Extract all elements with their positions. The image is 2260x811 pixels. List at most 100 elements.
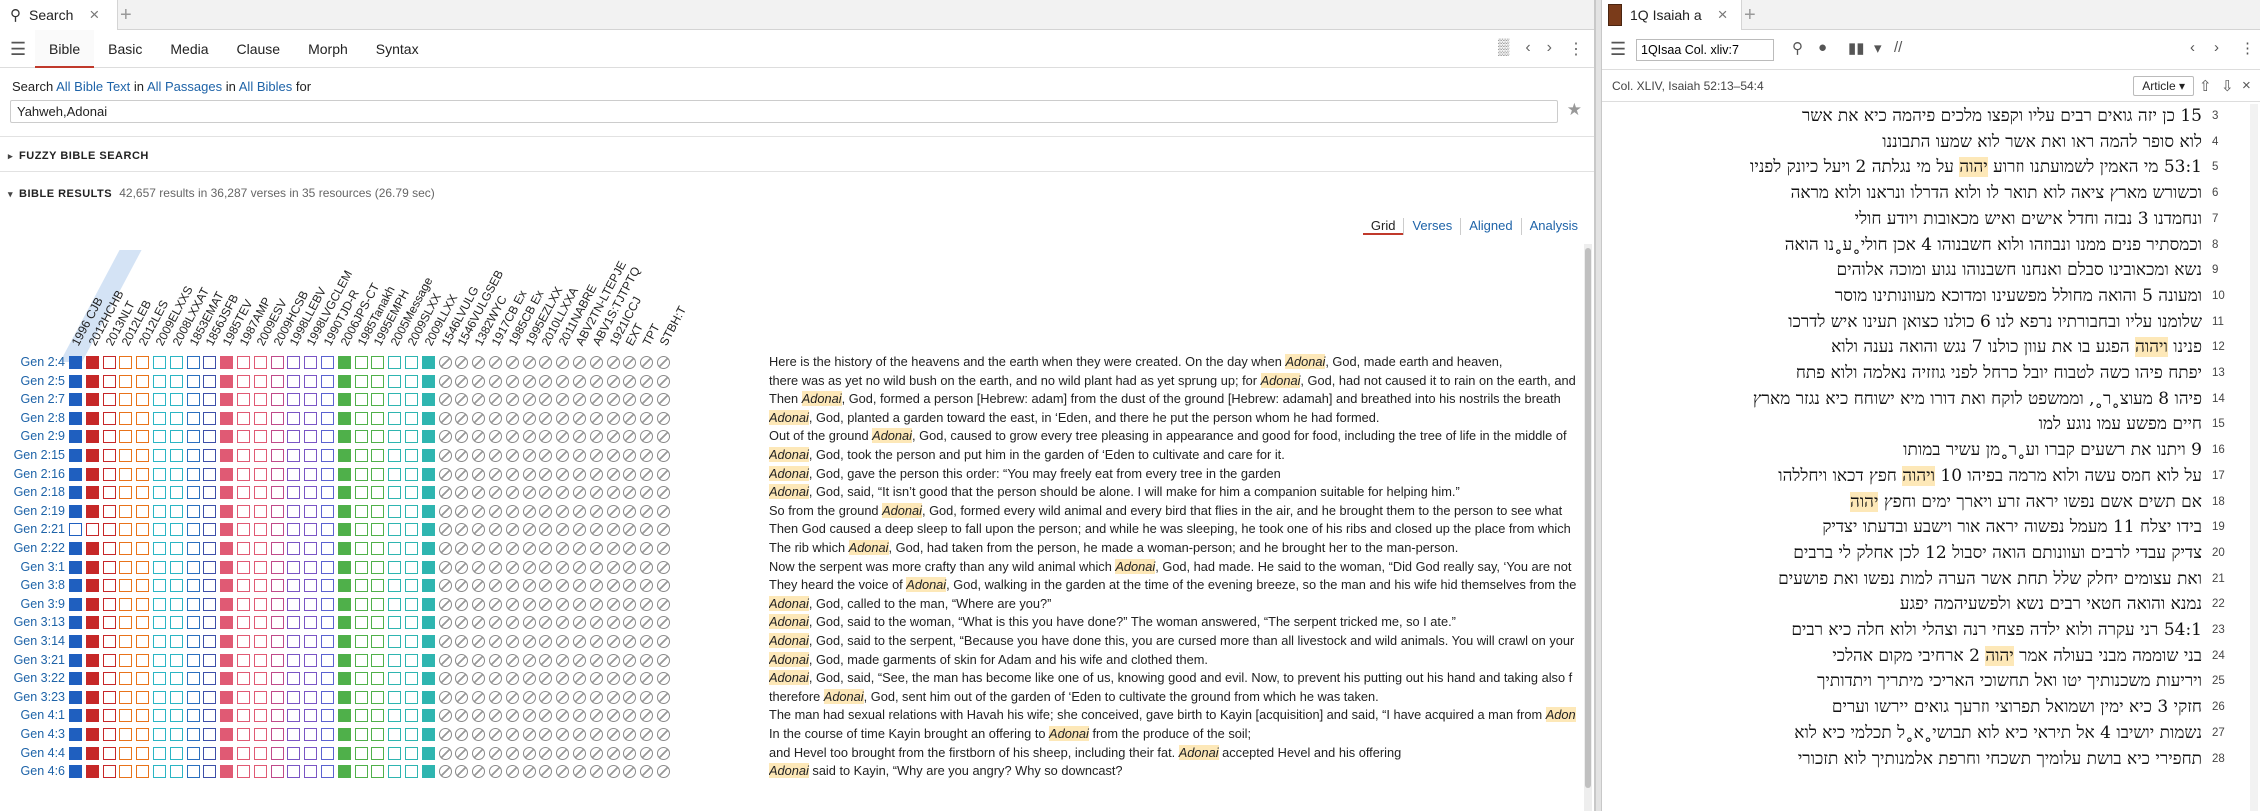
result-cell[interactable]	[421, 449, 435, 462]
result-cell[interactable]	[237, 709, 250, 723]
result-cell[interactable]	[102, 523, 116, 537]
result-cell[interactable]	[455, 672, 469, 686]
result-cell[interactable]	[69, 635, 82, 648]
result-cell[interactable]	[287, 542, 301, 555]
result-cell[interactable]	[153, 653, 166, 667]
menu-icon[interactable]: ☰	[10, 39, 26, 60]
result-cell[interactable]	[287, 746, 301, 760]
result-cell[interactable]	[304, 430, 318, 444]
result-cell[interactable]	[657, 765, 670, 779]
result-cell[interactable]	[606, 393, 620, 407]
result-cell[interactable]	[169, 393, 183, 407]
tab-syntax[interactable]: Syntax	[362, 30, 433, 68]
result-cell[interactable]	[102, 709, 116, 723]
result-cell[interactable]	[321, 523, 334, 537]
result-cell[interactable]	[489, 765, 502, 779]
scope-text-link[interactable]: All Bible Text	[56, 79, 130, 94]
result-cell[interactable]	[589, 690, 603, 704]
result-cell[interactable]	[119, 356, 133, 369]
result-cell[interactable]	[623, 746, 637, 760]
result-cell[interactable]	[153, 393, 166, 407]
result-cell[interactable]	[405, 560, 418, 574]
result-cell[interactable]	[640, 430, 654, 444]
result-cell[interactable]	[136, 690, 150, 704]
search-hit[interactable]: Adonai	[882, 502, 922, 518]
result-cell[interactable]	[69, 486, 82, 500]
verse-reference-link[interactable]: Gen 3:8	[0, 576, 65, 595]
result-cell[interactable]	[623, 542, 637, 555]
result-cell[interactable]	[589, 486, 603, 500]
result-cell[interactable]	[102, 746, 116, 760]
result-cell[interactable]	[287, 653, 301, 667]
result-cell[interactable]	[220, 616, 234, 630]
result-cell[interactable]	[220, 374, 234, 388]
result-cell[interactable]	[405, 653, 418, 667]
result-cell[interactable]	[169, 653, 183, 667]
result-cell[interactable]	[270, 411, 284, 425]
result-cell[interactable]	[337, 449, 351, 462]
result-cell[interactable]	[321, 672, 334, 686]
table-row[interactable]: Gen 2:4 Here is the history of the heaven…	[0, 353, 1590, 372]
result-cell[interactable]	[253, 374, 267, 388]
result-cell[interactable]	[304, 467, 318, 481]
star-icon[interactable]: ★	[1567, 100, 1582, 120]
result-cell[interactable]	[85, 579, 99, 593]
result-cell[interactable]	[304, 690, 318, 704]
result-cell[interactable]	[186, 765, 200, 779]
result-cell[interactable]	[388, 542, 402, 555]
result-cell[interactable]	[438, 486, 452, 500]
result-cell[interactable]	[522, 467, 536, 481]
result-cell[interactable]	[623, 597, 637, 611]
result-cell[interactable]	[438, 597, 452, 611]
result-cell[interactable]	[573, 393, 586, 407]
result-cell[interactable]	[253, 430, 267, 444]
result-cell[interactable]	[657, 356, 670, 369]
tab-clause[interactable]: Clause	[223, 30, 295, 68]
result-cell[interactable]	[371, 504, 385, 518]
scope-bibles-link[interactable]: All Bibles	[239, 79, 292, 94]
result-cell[interactable]	[573, 728, 586, 741]
result-cell[interactable]	[321, 579, 334, 593]
result-cell[interactable]	[270, 746, 284, 760]
result-cell[interactable]	[589, 449, 603, 462]
result-cell[interactable]	[371, 374, 385, 388]
result-cell[interactable]	[287, 374, 301, 388]
result-cell[interactable]	[606, 467, 620, 481]
result-cell[interactable]	[657, 635, 670, 648]
result-cell[interactable]	[186, 672, 200, 686]
tab-bible[interactable]: Bible	[35, 30, 95, 68]
result-cell[interactable]	[438, 411, 452, 425]
result-cell[interactable]	[640, 709, 654, 723]
close-icon[interactable]: ×	[89, 5, 99, 25]
result-cell[interactable]	[304, 486, 318, 500]
result-cell[interactable]	[388, 504, 402, 518]
result-cell[interactable]	[640, 579, 654, 593]
result-cell[interactable]	[203, 504, 217, 518]
result-cell[interactable]	[489, 616, 502, 630]
search-hit[interactable]: Adonai	[823, 688, 864, 704]
result-cell[interactable]	[640, 653, 654, 667]
result-cell[interactable]	[304, 709, 318, 723]
result-cell[interactable]	[69, 504, 82, 518]
verse-reference-link[interactable]: Gen 4:1	[0, 706, 65, 725]
result-cell[interactable]	[220, 728, 234, 741]
result-cell[interactable]	[371, 653, 385, 667]
result-cell[interactable]	[102, 616, 116, 630]
result-cell[interactable]	[455, 597, 469, 611]
result-cell[interactable]	[438, 765, 452, 779]
result-cell[interactable]	[623, 523, 637, 537]
chevron-down-icon[interactable]: ▾	[1874, 39, 1882, 57]
result-cell[interactable]	[640, 616, 654, 630]
result-cell[interactable]	[85, 690, 99, 704]
result-cell[interactable]	[253, 411, 267, 425]
result-cell[interactable]	[186, 709, 200, 723]
result-cell[interactable]	[539, 523, 553, 537]
result-cell[interactable]	[354, 635, 368, 648]
result-cell[interactable]	[237, 616, 250, 630]
result-cell[interactable]	[657, 486, 670, 500]
result-cell[interactable]	[153, 579, 166, 593]
result-cell[interactable]	[337, 542, 351, 555]
result-cell[interactable]	[573, 542, 586, 555]
result-cell[interactable]	[657, 709, 670, 723]
result-cell[interactable]	[102, 579, 116, 593]
